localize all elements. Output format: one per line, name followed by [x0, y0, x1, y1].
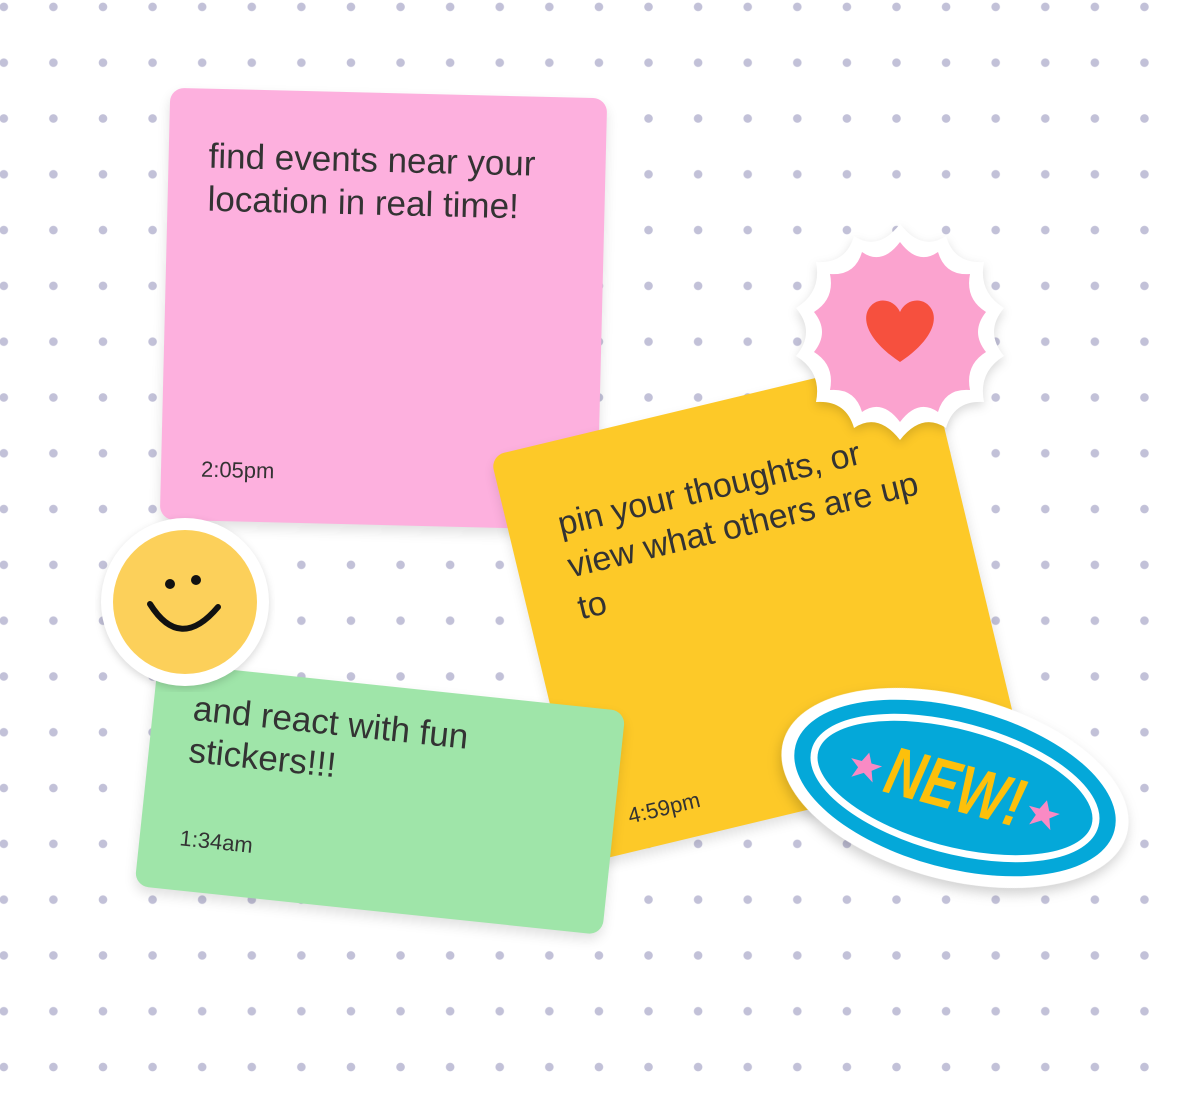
note-time: 2:05pm — [200, 456, 275, 484]
heart-icon[interactable] — [780, 220, 1020, 450]
note-time: 1:34am — [178, 825, 255, 858]
note-text: and react with fun stickers!!! — [186, 689, 471, 786]
note-text: find events near your location in real t… — [207, 136, 536, 227]
smiley-icon[interactable] — [95, 512, 275, 692]
note-time: 4:59pm — [625, 787, 703, 829]
sticky-note-green[interactable]: and react with fun stickers!!! 1:34am — [134, 662, 626, 935]
new-badge-sticker[interactable]: NEW! — [760, 670, 1160, 910]
note-text: pin your thoughts, or view what others a… — [553, 434, 923, 628]
